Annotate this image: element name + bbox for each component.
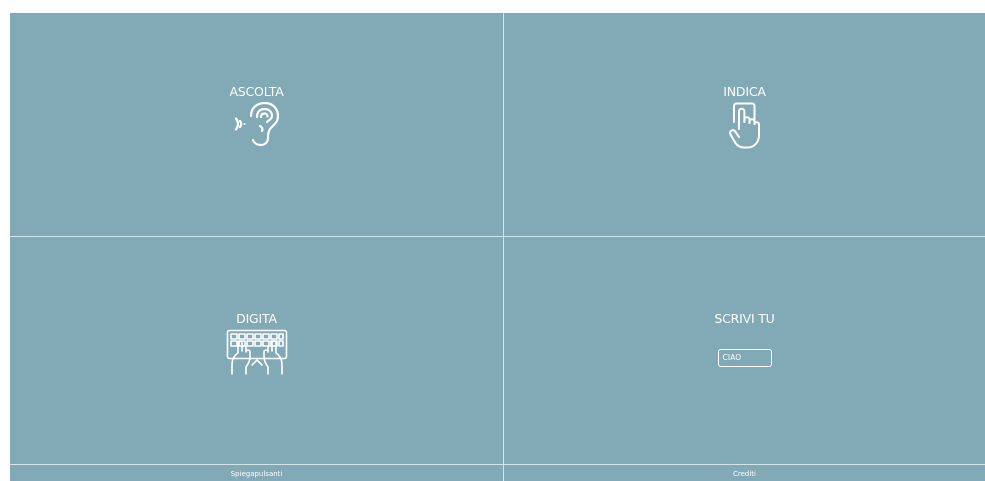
point-tile-label: INDICA <box>723 84 766 99</box>
horizontal-divider-footer <box>10 464 985 465</box>
write-tile[interactable]: SCRIVI TU CIAO <box>504 237 985 464</box>
keyboard-hands-icon <box>226 329 287 375</box>
footer-link-buttons-help[interactable]: Spiegapulsanti <box>10 467 503 481</box>
ear-sound-icon <box>234 102 279 146</box>
type-tile-label: DIGITA <box>236 311 277 326</box>
write-tile-label: SCRIVI TU <box>714 311 775 326</box>
text-field-icon: CIAO <box>717 349 772 367</box>
listen-tile[interactable]: ASCOLTA <box>10 13 503 236</box>
type-tile[interactable]: DIGITA <box>10 237 503 464</box>
finger-tap-icon <box>728 102 760 149</box>
point-tile[interactable]: INDICA <box>504 13 985 236</box>
listen-tile-label: ASCOLTA <box>229 84 284 99</box>
footer-link-credits[interactable]: Crediti <box>504 467 985 481</box>
text-field-sample: CIAO <box>722 353 742 362</box>
app-panel: ASCOLTA INDICA DIGITA SCRIVI TU CIAO Spi… <box>10 13 985 481</box>
